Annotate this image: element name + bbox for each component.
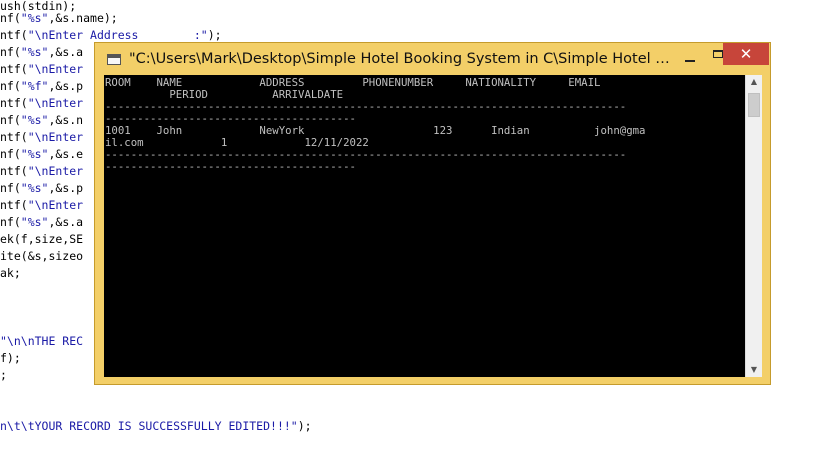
code-line: f); [0,351,21,365]
title-bar[interactable]: "C:\Users\Mark\Desktop\Simple Hotel Book… [95,43,770,75]
code-line: ntf("\nEnter [0,62,84,76]
code-line: nf("%s",&s.e [0,147,84,161]
console-output[interactable]: ROOM NAME ADDRESS PHONENUMBER NATIONALIT… [104,75,745,377]
code-line: n\t\tYOUR RECORD IS SUCCESSFULLY EDITED!… [0,419,312,433]
code-line: nf("%s",&s.a [0,215,84,229]
code-line: "\n\nTHE REC [0,334,84,348]
code-line: nf("%f",&s.p [0,79,84,93]
code-line: ite(&s,sizeo [0,249,84,263]
vertical-scrollbar[interactable]: ▲ ▼ [745,75,762,377]
console-window[interactable]: "C:\Users\Mark\Desktop\Simple Hotel Book… [94,42,771,385]
console-separator-4: --------------------------------------- [105,160,356,173]
code-line: ntf("\nEnter [0,198,84,212]
minimize-button[interactable] [675,44,705,68]
window-title: "C:\Users\Mark\Desktop\Simple Hotel Book… [129,51,671,67]
maximize-icon [713,50,723,58]
code-line: ntf("\nEnter [0,96,84,110]
code-line: ntf("\nEnter [0,130,84,144]
scroll-down-arrow-icon[interactable]: ▼ [746,363,762,377]
minimize-icon [685,60,695,62]
code-line: ; [0,368,7,382]
code-line: nf("%s",&s.p [0,181,84,195]
code-line: nf("%s",&s.n [0,113,84,127]
console-app-icon [107,54,121,65]
code-line: ak; [0,266,21,280]
code-line: ntf("\nEnter Address :"); [0,28,222,42]
scroll-up-arrow-icon[interactable]: ▲ [746,75,762,89]
code-line: nf("%s",&s.name); [0,11,118,25]
scrollbar-thumb[interactable] [748,93,760,117]
code-line: ek(f,size,SE [0,232,84,246]
close-button[interactable]: ✕ [723,43,769,65]
code-line: ntf("\nEnter [0,164,84,178]
code-line: nf("%s",&s.a [0,45,84,59]
